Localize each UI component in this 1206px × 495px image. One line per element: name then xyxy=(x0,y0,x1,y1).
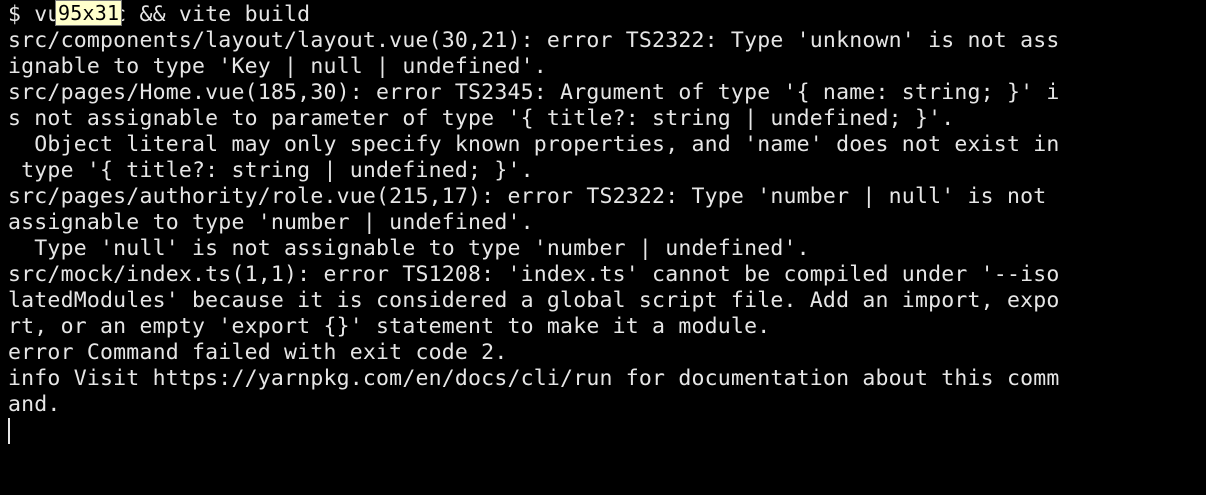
terminal-line: src/pages/authority/role.vue(215,17): er… xyxy=(8,184,1047,209)
terminal-line: type '{ title?: string | undefined; }'. xyxy=(8,158,534,183)
terminal-line: info Visit https://yarnpkg.com/en/docs/c… xyxy=(8,366,1060,391)
terminal-line: $ vue-tsc && vite build xyxy=(8,2,311,27)
terminal-line: src/mock/index.ts(1,1): error TS1208: 'i… xyxy=(8,262,1060,287)
terminal-window[interactable]: $ vue-tsc && vite build src/components/l… xyxy=(0,0,1206,495)
terminal-line: src/pages/Home.vue(185,30): error TS2345… xyxy=(8,80,1060,105)
terminal-line: Type 'null' is not assignable to type 'n… xyxy=(8,236,810,261)
text-cursor xyxy=(8,418,10,444)
terminal-line: latedModules' because it is considered a… xyxy=(8,288,1060,313)
terminal-line: and. xyxy=(8,392,61,417)
prompt-line[interactable] xyxy=(8,418,1206,444)
terminal-line: assignable to type 'number | undefined'. xyxy=(8,210,534,235)
terminal-line: Object literal may only specify known pr… xyxy=(8,132,1060,157)
terminal-line: src/components/layout/layout.vue(30,21):… xyxy=(8,28,1060,53)
terminal-line: ignable to type 'Key | null | undefined'… xyxy=(8,54,547,79)
terminal-line: error Command failed with exit code 2. xyxy=(8,340,508,365)
window-size-badge: 95x31 xyxy=(55,0,123,26)
terminal-line: rt, or an empty 'export {}' statement to… xyxy=(8,314,771,339)
terminal-line: s not assignable to parameter of type '{… xyxy=(8,106,955,131)
